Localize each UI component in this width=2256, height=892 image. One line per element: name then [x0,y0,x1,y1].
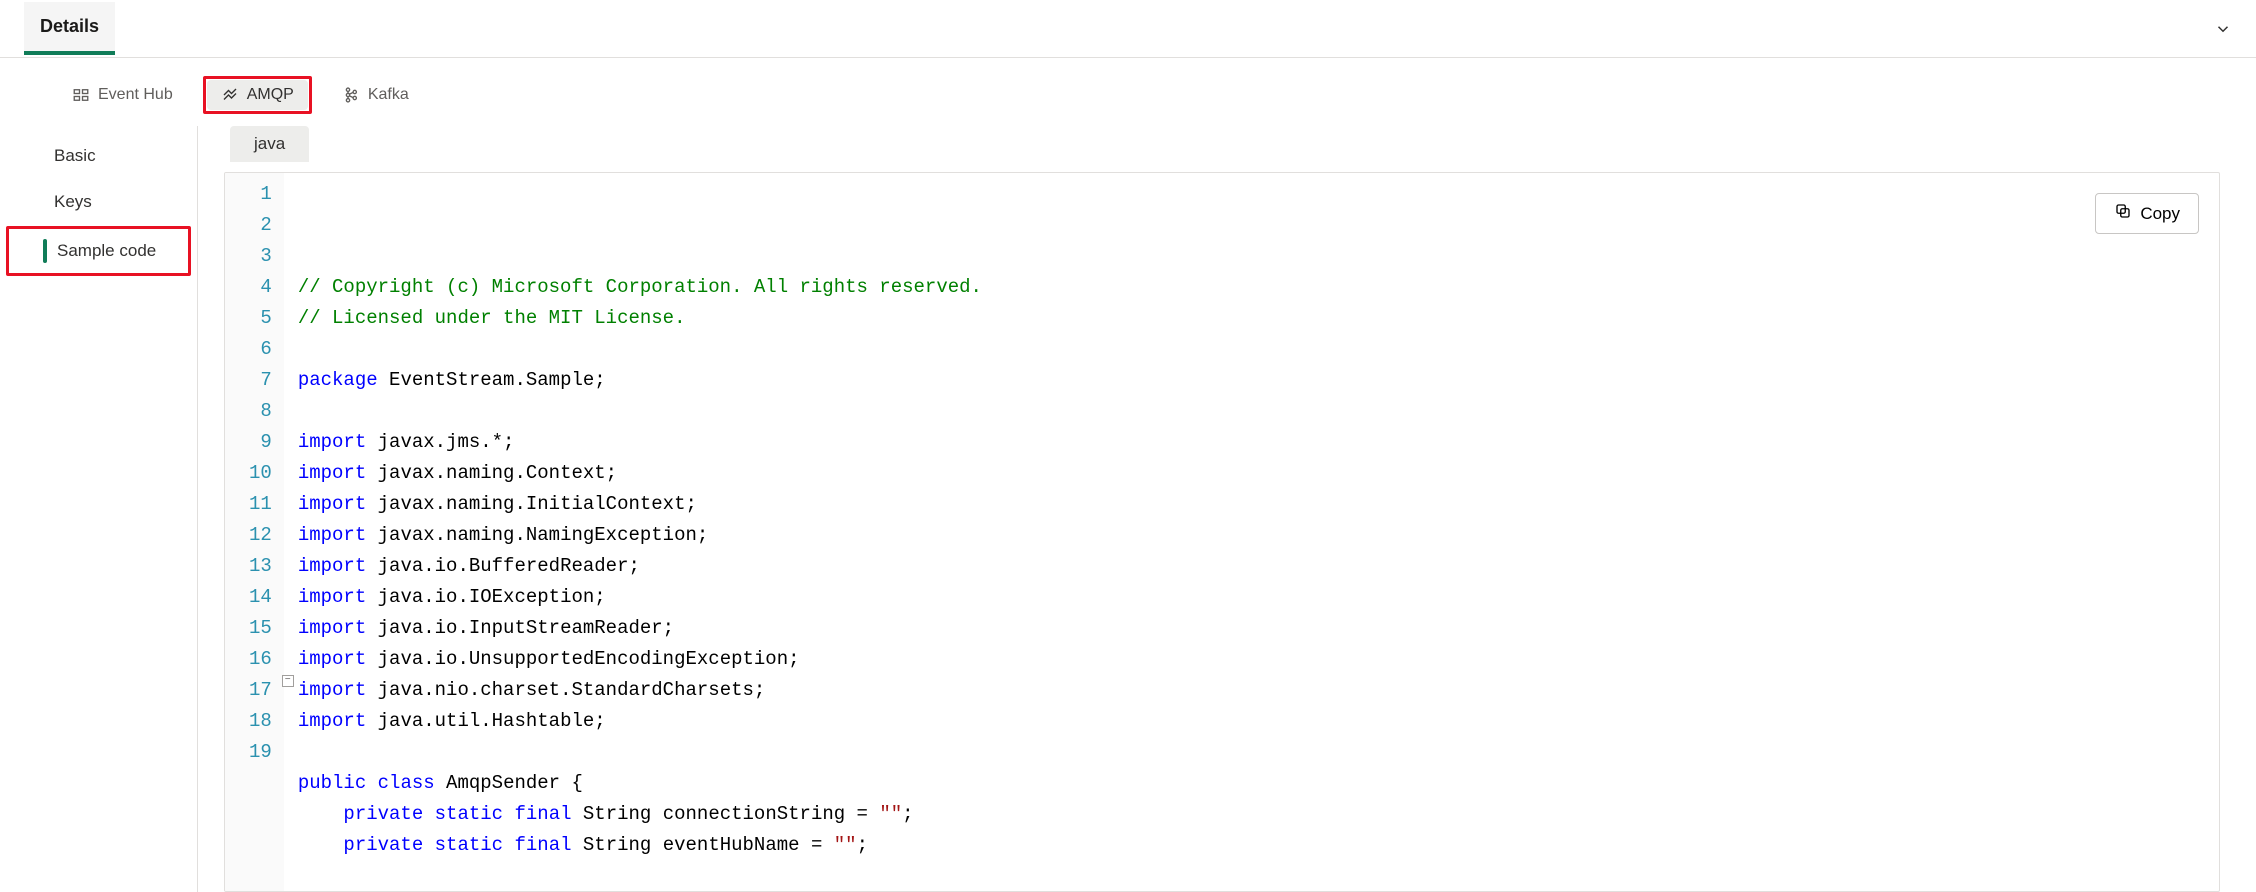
language-chip-java[interactable]: java [230,126,309,162]
sidebar-item-wrapper: Keys [6,180,191,224]
code-line: import javax.naming.InitialContext; [298,489,2205,520]
code-line [298,334,2205,365]
protocol-tab-label: AMQP [247,86,294,104]
copy-button-label: Copy [2140,204,2180,224]
code-line: import java.util.Hashtable; [298,706,2205,737]
code-line: private static final String eventHubName… [298,830,2205,861]
code-line: import javax.jms.*; [298,427,2205,458]
line-number: 10 [249,458,272,489]
line-number: 13 [249,551,272,582]
sidebar-item-sample-code[interactable]: Sample code [9,229,188,273]
line-gutter: 12345678910111213141516171819 [225,173,284,891]
code-line: import java.io.UnsupportedEncodingExcept… [298,644,2205,675]
sidebar-item-basic[interactable]: Basic [6,134,191,178]
code-line: import javax.naming.Context; [298,458,2205,489]
line-number: 14 [249,582,272,613]
protocol-tabs: Event Hub AMQP Kafka [0,58,2256,126]
sidebar-item-keys[interactable]: Keys [6,180,191,224]
protocol-tab-label: Event Hub [98,86,173,104]
code-viewer: Copy 12345678910111213141516171819 // Co… [224,172,2220,892]
main-area: Basic Keys Sample code java Copy [0,126,2256,892]
code-line: import java.io.BufferedReader; [298,551,2205,582]
code-line [298,396,2205,427]
code-line: // Copyright (c) Microsoft Corporation. … [298,272,2205,303]
line-number: 19 [249,737,272,768]
content-area: java Copy 12345678910111213141516171819 … [198,126,2256,892]
code-body[interactable]: // Copyright (c) Microsoft Corporation. … [284,173,2219,891]
sidebar: Basic Keys Sample code [0,126,198,892]
line-number: 4 [249,272,272,303]
collapse-chevron-icon[interactable] [2214,20,2232,38]
protocol-tab-kafka[interactable]: Kafka [328,80,423,110]
code-line: import java.io.IOException; [298,582,2205,613]
code-line: package EventStream.Sample; [298,365,2205,396]
line-number: 11 [249,489,272,520]
kafka-icon [342,86,360,104]
line-number: 12 [249,520,272,551]
code-line: public class AmqpSender { [298,768,2205,799]
highlight-sample-code: Sample code [6,226,191,276]
highlight-amqp: AMQP [203,76,312,114]
details-header: Details [0,0,2256,58]
line-number: 17 [249,675,272,706]
code-line: import java.io.InputStreamReader; [298,613,2205,644]
amqp-icon [221,86,239,104]
eventhub-icon [72,86,90,104]
code-line: private static final String connectionSt… [298,799,2205,830]
code-line: import java.nio.charset.StandardCharsets… [298,675,2205,706]
copy-icon [2114,202,2132,225]
line-number: 3 [249,241,272,272]
protocol-tab-amqp[interactable]: AMQP [207,80,308,110]
line-number: 15 [249,613,272,644]
tab-details[interactable]: Details [24,2,115,55]
code-area: 12345678910111213141516171819 // Copyrig… [225,173,2219,891]
copy-button[interactable]: Copy [2095,193,2199,234]
protocol-tab-eventhub[interactable]: Event Hub [58,80,187,110]
line-number: 16 [249,644,272,675]
protocol-tab-label: Kafka [368,86,409,104]
code-line: // Licensed under the MIT License. [298,303,2205,334]
line-number: 2 [249,210,272,241]
code-line [298,737,2205,768]
fold-toggle-icon[interactable]: − [282,675,294,687]
sidebar-item-wrapper: Basic [6,134,191,178]
line-number: 8 [249,396,272,427]
code-line: import javax.naming.NamingException; [298,520,2205,551]
line-number: 7 [249,365,272,396]
line-number: 5 [249,303,272,334]
line-number: 1 [249,179,272,210]
line-number: 9 [249,427,272,458]
line-number: 6 [249,334,272,365]
line-number: 18 [249,706,272,737]
